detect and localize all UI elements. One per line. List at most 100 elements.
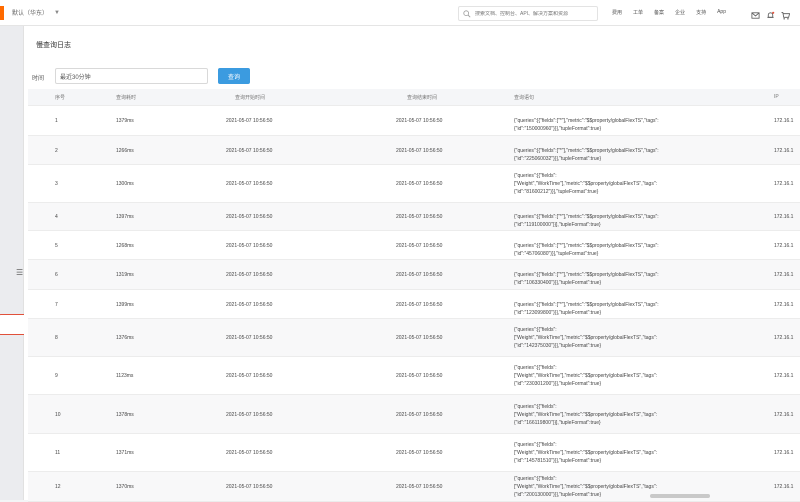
row-index: 9 xyxy=(55,373,58,379)
search-input[interactable] xyxy=(475,10,595,17)
table-row[interactable]: 2 1266ms 2021-05-07 10:56:50 2021-05-07 10:… xyxy=(28,136,800,165)
top-nav: 费用 工单 备案 企业 支持 App xyxy=(612,9,737,16)
row-end-time: 2021-05-07 10:56:50 xyxy=(396,272,443,278)
table-row[interactable]: 10 1378ms 2021-05-07 10:56:50 2021-05-07 10… xyxy=(28,395,800,434)
table-row[interactable]: 3 1300ms 2021-05-07 10:56:50 2021-05-07 10:… xyxy=(28,165,800,203)
main-content: 慢查询日志 时间 查询 序号 查询耗时 查询开始时间 查询结束时间 查询语句 I… xyxy=(24,26,800,502)
row-ip: 172.16.1 xyxy=(774,484,794,490)
table-row[interactable]: 7 1399ms 2021-05-07 10:56:50 2021-05-07 10:… xyxy=(28,290,800,319)
row-ip: 172.16.1 xyxy=(774,335,794,341)
nav-tickets[interactable]: 工单 xyxy=(633,9,643,16)
row-index: 11 xyxy=(55,450,61,456)
top-bar: 默认（华东） ▼ 费用 工单 备案 企业 支持 App xyxy=(0,0,800,26)
row-index: 8 xyxy=(55,335,58,341)
nav-support[interactable]: 支持 xyxy=(696,9,706,16)
table-body: 1 1379ms 2021-05-07 10:56:50 2021-05-07 10:… xyxy=(28,106,800,502)
row-end-time: 2021-05-07 10:56:50 xyxy=(396,373,443,379)
row-query: {"queries":[{"fields":["*"],"metric":"$$… xyxy=(514,302,659,316)
row-start-time: 2021-05-07 10:56:50 xyxy=(226,335,273,341)
table-header: 序号 查询耗时 查询开始时间 查询结束时间 查询语句 IP xyxy=(28,89,800,106)
query-button[interactable]: 查询 xyxy=(218,68,250,84)
row-ip: 172.16.1 xyxy=(774,148,794,154)
row-index: 4 xyxy=(55,214,58,220)
chevron-down-icon[interactable]: ▼ xyxy=(54,10,60,16)
row-start-time: 2021-05-07 10:56:50 xyxy=(226,243,273,249)
nav-enterprise[interactable]: 企业 xyxy=(675,9,685,16)
row-start-time: 2021-05-07 10:56:50 xyxy=(226,272,273,278)
row-end-time: 2021-05-07 10:56:50 xyxy=(396,335,443,341)
row-start-time: 2021-05-07 10:56:50 xyxy=(226,412,273,418)
horizontal-scrollbar[interactable] xyxy=(650,494,710,498)
col-end: 查询结束时间 xyxy=(407,95,438,101)
table-row[interactable]: 1 1379ms 2021-05-07 10:56:50 2021-05-07 10:… xyxy=(28,106,800,136)
row-ip: 172.16.1 xyxy=(774,450,794,456)
row-index: 5 xyxy=(55,243,58,249)
row-ip: 172.16.1 xyxy=(774,243,794,249)
col-duration: 查询耗时 xyxy=(116,95,137,101)
row-duration: 1300ms xyxy=(116,181,134,187)
top-icons xyxy=(751,7,796,20)
row-duration: 1371ms xyxy=(116,450,134,456)
console-logo[interactable] xyxy=(0,5,4,20)
row-ip: 172.16.1 xyxy=(774,373,794,379)
table-row[interactable]: 5 1268ms 2021-05-07 10:56:50 2021-05-07 10:… xyxy=(28,231,800,260)
table-row[interactable]: 6 1319ms 2021-05-07 10:56:50 2021-05-07 10:… xyxy=(28,260,800,290)
row-start-time: 2021-05-07 10:56:50 xyxy=(226,181,273,187)
row-end-time: 2021-05-07 10:56:50 xyxy=(396,412,443,418)
row-end-time: 2021-05-07 10:56:50 xyxy=(396,118,443,124)
row-query: {"queries":[{"fields":["*"],"metric":"$$… xyxy=(514,272,659,286)
row-start-time: 2021-05-07 10:56:50 xyxy=(226,214,273,220)
row-query: {"queries":[{"fields": ["Weight","WorkTi… xyxy=(514,404,657,426)
row-ip: 172.16.1 xyxy=(774,272,794,278)
row-query: {"queries":[{"fields": ["Weight","WorkTi… xyxy=(514,442,657,464)
nav-filing[interactable]: 备案 xyxy=(654,9,664,16)
time-range-select[interactable] xyxy=(55,68,208,84)
search-icon xyxy=(463,9,471,17)
row-index: 1 xyxy=(55,118,58,124)
row-query: {"queries":[{"fields":["*"],"metric":"$$… xyxy=(514,148,659,162)
row-ip: 172.16.1 xyxy=(774,118,794,124)
table-row[interactable]: 8 1376ms 2021-05-07 10:56:50 2021-05-07 10:… xyxy=(28,319,800,357)
row-start-time: 2021-05-07 10:56:50 xyxy=(226,373,273,379)
row-duration: 1370ms xyxy=(116,484,134,490)
row-index: 7 xyxy=(55,302,58,308)
row-query: {"queries":[{"fields": ["Weight","WorkTi… xyxy=(514,365,657,387)
menu-toggle-icon[interactable]: ☰ xyxy=(16,268,23,277)
workspace-selector[interactable]: 默认（华东） xyxy=(12,8,48,17)
global-search[interactable] xyxy=(458,6,598,21)
row-index: 12 xyxy=(55,484,61,490)
row-end-time: 2021-05-07 10:56:50 xyxy=(396,148,443,154)
cart-icon[interactable] xyxy=(781,7,791,20)
row-duration: 1397ms xyxy=(116,214,134,220)
bell-icon[interactable] xyxy=(766,7,775,18)
row-ip: 172.16.1 xyxy=(774,181,794,187)
message-icon[interactable] xyxy=(751,7,760,19)
left-rail xyxy=(0,26,24,500)
row-ip: 172.16.1 xyxy=(774,214,794,220)
nav-fees[interactable]: 费用 xyxy=(612,9,622,16)
row-query: {"queries":[{"fields":["*"],"metric":"$$… xyxy=(514,243,659,257)
table-row[interactable]: 4 1397ms 2021-05-07 10:56:50 2021-05-07 10:… xyxy=(28,203,800,231)
row-start-time: 2021-05-07 10:56:50 xyxy=(226,484,273,490)
row-query: {"queries":[{"fields":["*"],"metric":"$$… xyxy=(514,214,659,228)
col-query: 查询语句 xyxy=(514,95,535,101)
table-row[interactable]: 9 1123ms 2021-05-07 10:56:50 2021-05-07 10:… xyxy=(28,357,800,395)
row-query: {"queries":[{"fields": ["Weight","WorkTi… xyxy=(514,327,657,349)
row-index: 10 xyxy=(55,412,61,418)
col-ip: IP xyxy=(774,94,779,100)
row-duration: 1268ms xyxy=(116,243,134,249)
row-duration: 1399ms xyxy=(116,302,134,308)
row-index: 2 xyxy=(55,148,58,154)
row-start-time: 2021-05-07 10:56:50 xyxy=(226,148,273,154)
row-end-time: 2021-05-07 10:56:50 xyxy=(396,181,443,187)
nav-app[interactable]: App xyxy=(717,9,726,16)
row-duration: 1266ms xyxy=(116,148,134,154)
row-start-time: 2021-05-07 10:56:50 xyxy=(226,118,273,124)
row-end-time: 2021-05-07 10:56:50 xyxy=(396,484,443,490)
row-duration: 1123ms xyxy=(116,373,134,379)
row-query: {"queries":[{"fields": ["Weight","WorkTi… xyxy=(514,173,657,195)
row-duration: 1378ms xyxy=(116,412,134,418)
row-end-time: 2021-05-07 10:56:50 xyxy=(396,214,443,220)
table-row[interactable]: 11 1371ms 2021-05-07 10:56:50 2021-05-07 10… xyxy=(28,434,800,472)
row-duration: 1319ms xyxy=(116,272,134,278)
